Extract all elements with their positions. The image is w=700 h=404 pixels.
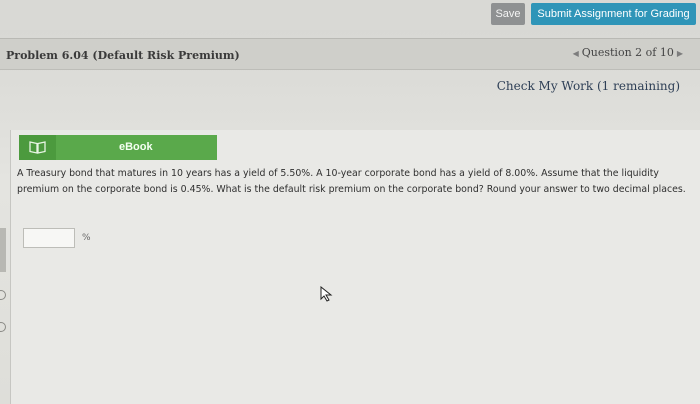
question-panel: eBook A Treasury bond that matures in 10… bbox=[10, 130, 700, 404]
save-button[interactable]: Save bbox=[491, 3, 525, 25]
percent-unit-label: % bbox=[82, 233, 91, 243]
submit-assignment-button[interactable]: Submit Assignment for Grading bbox=[531, 3, 696, 25]
assignment-page: Save Submit Assignment for Grading Probl… bbox=[0, 0, 700, 404]
mouse-cursor-icon bbox=[320, 286, 333, 302]
ebook-icon-container bbox=[19, 135, 56, 160]
ebook-button[interactable]: eBook bbox=[19, 135, 217, 160]
answer-input[interactable] bbox=[23, 228, 75, 248]
question-navigator: ◀ Question 2 of 10 ▶ bbox=[570, 46, 686, 59]
book-icon bbox=[29, 141, 46, 154]
left-edge-tab bbox=[0, 228, 6, 272]
left-edge-circle-icon[interactable] bbox=[0, 290, 6, 300]
problem-title: Problem 6.04 (Default Risk Premium) bbox=[6, 49, 240, 62]
problem-header: Problem 6.04 (Default Risk Premium) ◀ Que… bbox=[0, 38, 700, 70]
next-arrow-icon[interactable]: ▶ bbox=[674, 49, 686, 58]
question-counter: Question 2 of 10 bbox=[581, 46, 674, 59]
top-toolbar: Save Submit Assignment for Grading bbox=[0, 0, 700, 30]
check-my-work-link[interactable]: Check My Work (1 remaining) bbox=[497, 79, 680, 93]
prev-arrow-icon[interactable]: ◀ bbox=[570, 49, 582, 58]
question-text: A Treasury bond that matures in 10 years… bbox=[17, 168, 686, 195]
ebook-label: eBook bbox=[119, 141, 153, 153]
left-edge-circle-icon[interactable] bbox=[0, 322, 6, 332]
